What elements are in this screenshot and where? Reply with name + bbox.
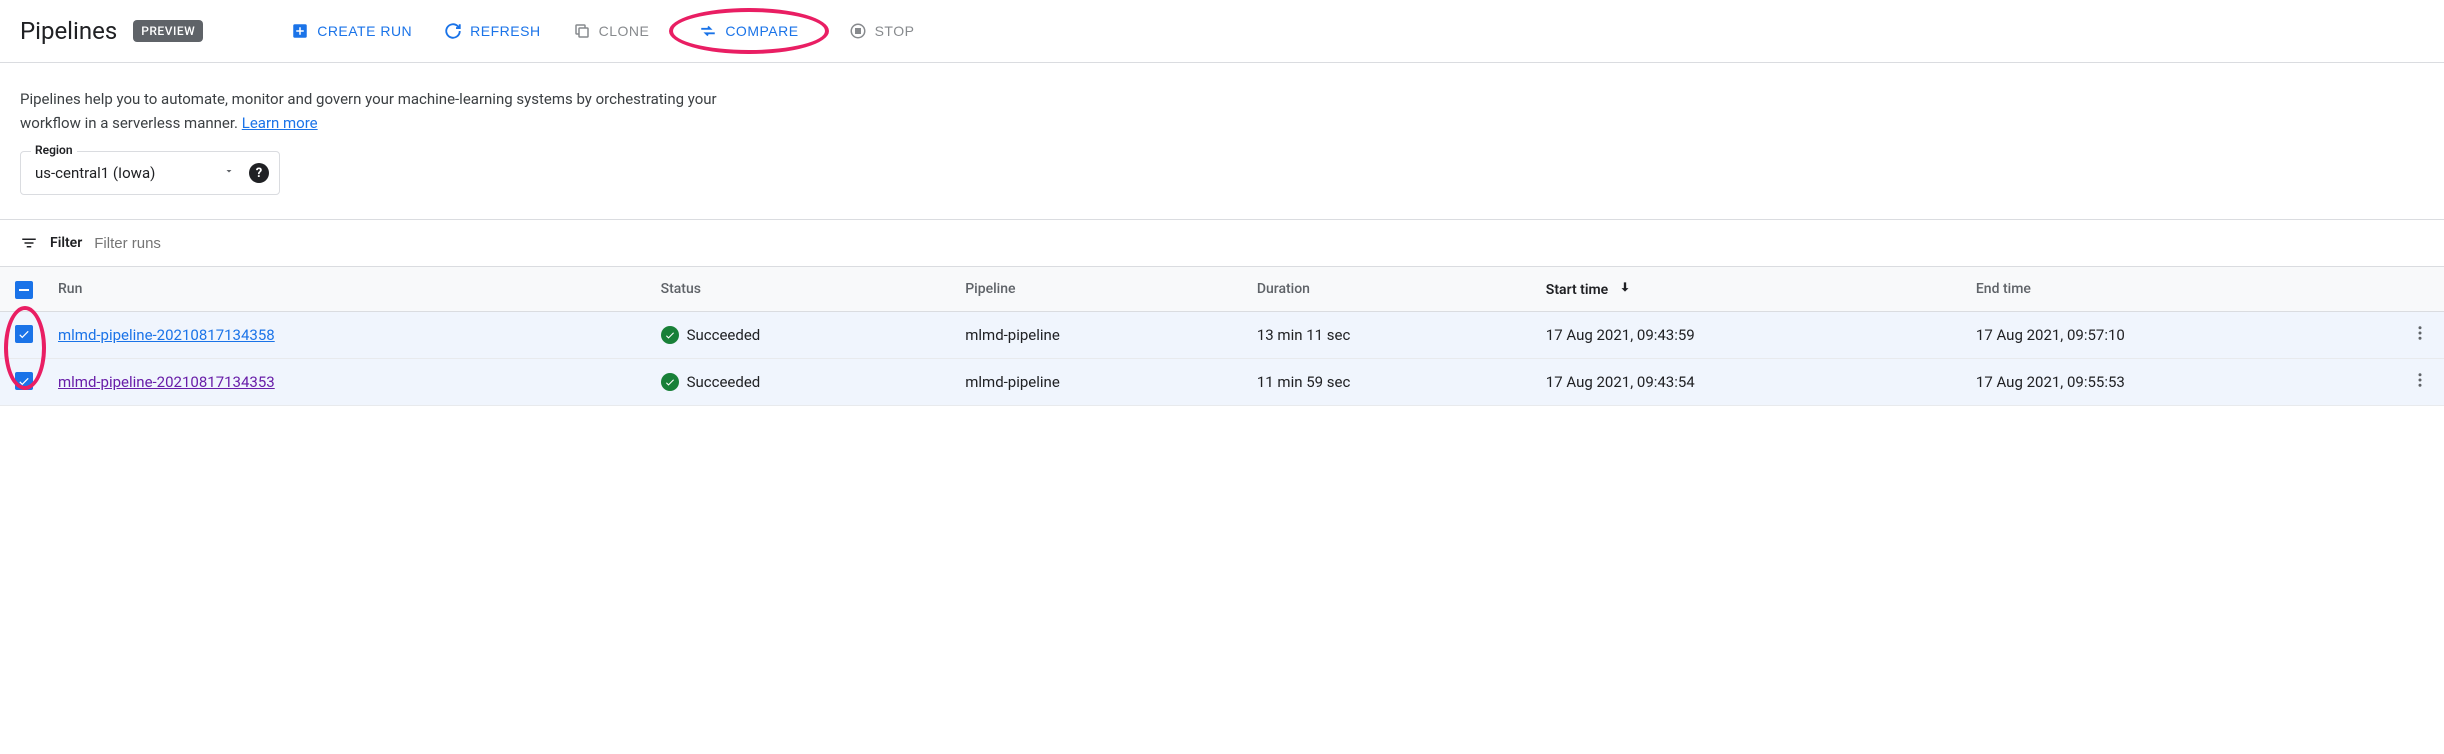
- create-run-button[interactable]: CREATE RUN: [279, 14, 424, 48]
- column-run[interactable]: Run: [48, 267, 651, 312]
- more-actions-button[interactable]: [2411, 375, 2429, 393]
- plus-icon: [291, 22, 309, 40]
- column-status[interactable]: Status: [651, 267, 956, 312]
- stop-icon: [849, 22, 867, 40]
- status-text: Succeeded: [687, 373, 761, 391]
- stop-label: STOP: [875, 23, 915, 39]
- refresh-button[interactable]: REFRESH: [432, 14, 552, 48]
- filter-label: Filter: [50, 235, 82, 251]
- end-time-cell: 17 Aug 2021, 09:55:53: [1966, 359, 2396, 406]
- filter-input[interactable]: [94, 235, 2424, 252]
- sort-descending-icon: [1618, 280, 1632, 298]
- status-cell: Succeeded: [661, 326, 946, 344]
- header-toolbar: Pipelines PREVIEW CREATE RUN REFRESH CLO…: [0, 0, 2444, 63]
- description-text: Pipelines help you to automate, monitor …: [0, 63, 760, 143]
- status-text: Succeeded: [687, 326, 761, 344]
- select-all-header: [0, 267, 48, 312]
- refresh-label: REFRESH: [470, 23, 540, 39]
- column-end-time[interactable]: End time: [1966, 267, 2396, 312]
- refresh-icon: [444, 22, 462, 40]
- table-header-row: Run Status Pipeline Duration Start time …: [0, 267, 2444, 312]
- pipeline-cell: mlmd-pipeline: [955, 359, 1247, 406]
- column-duration[interactable]: Duration: [1247, 267, 1536, 312]
- help-icon[interactable]: ?: [249, 163, 269, 183]
- row-checkbox[interactable]: [15, 372, 33, 390]
- compare-label: COMPARE: [725, 23, 798, 39]
- page-title: Pipelines: [20, 17, 117, 45]
- filter-row: Filter: [0, 220, 2444, 266]
- compare-highlight-ring: COMPARE: [669, 8, 828, 54]
- column-pipeline[interactable]: Pipeline: [955, 267, 1247, 312]
- start-time-cell: 17 Aug 2021, 09:43:54: [1536, 359, 1966, 406]
- duration-cell: 13 min 11 sec: [1247, 312, 1536, 359]
- clone-button[interactable]: CLONE: [561, 14, 662, 48]
- start-time-cell: 17 Aug 2021, 09:43:59: [1536, 312, 1966, 359]
- run-link[interactable]: mlmd-pipeline-20210817134358: [58, 326, 275, 344]
- column-actions: [2396, 267, 2444, 312]
- learn-more-link[interactable]: Learn more: [242, 114, 318, 132]
- region-row: Region us-central1 (Iowa) ?: [0, 143, 2444, 219]
- success-icon: [661, 373, 679, 391]
- success-icon: [661, 326, 679, 344]
- region-label: Region: [31, 143, 77, 157]
- row-checkbox[interactable]: [15, 325, 33, 343]
- filter-icon: [20, 234, 38, 252]
- table-row: mlmd-pipeline-20210817134353 Succeeded m…: [0, 359, 2444, 406]
- preview-badge: PREVIEW: [133, 20, 203, 42]
- run-link[interactable]: mlmd-pipeline-20210817134353: [58, 373, 275, 391]
- compare-icon: [699, 22, 717, 40]
- column-start-time[interactable]: Start time: [1536, 267, 1966, 312]
- runs-table: Run Status Pipeline Duration Start time …: [0, 266, 2444, 406]
- compare-button[interactable]: COMPARE: [687, 14, 810, 48]
- more-actions-button[interactable]: [2411, 328, 2429, 346]
- duration-cell: 11 min 59 sec: [1247, 359, 1536, 406]
- stop-button[interactable]: STOP: [837, 14, 927, 48]
- table-row: mlmd-pipeline-20210817134358 Succeeded m…: [0, 312, 2444, 359]
- clone-label: CLONE: [599, 23, 650, 39]
- region-value: us-central1 (Iowa): [35, 164, 155, 182]
- select-all-checkbox[interactable]: [15, 281, 33, 299]
- pipeline-cell: mlmd-pipeline: [955, 312, 1247, 359]
- clone-icon: [573, 22, 591, 40]
- chevron-down-icon: [223, 165, 235, 181]
- end-time-cell: 17 Aug 2021, 09:57:10: [1966, 312, 2396, 359]
- create-run-label: CREATE RUN: [317, 23, 412, 39]
- region-select[interactable]: Region us-central1 (Iowa) ?: [20, 151, 280, 195]
- status-cell: Succeeded: [661, 373, 946, 391]
